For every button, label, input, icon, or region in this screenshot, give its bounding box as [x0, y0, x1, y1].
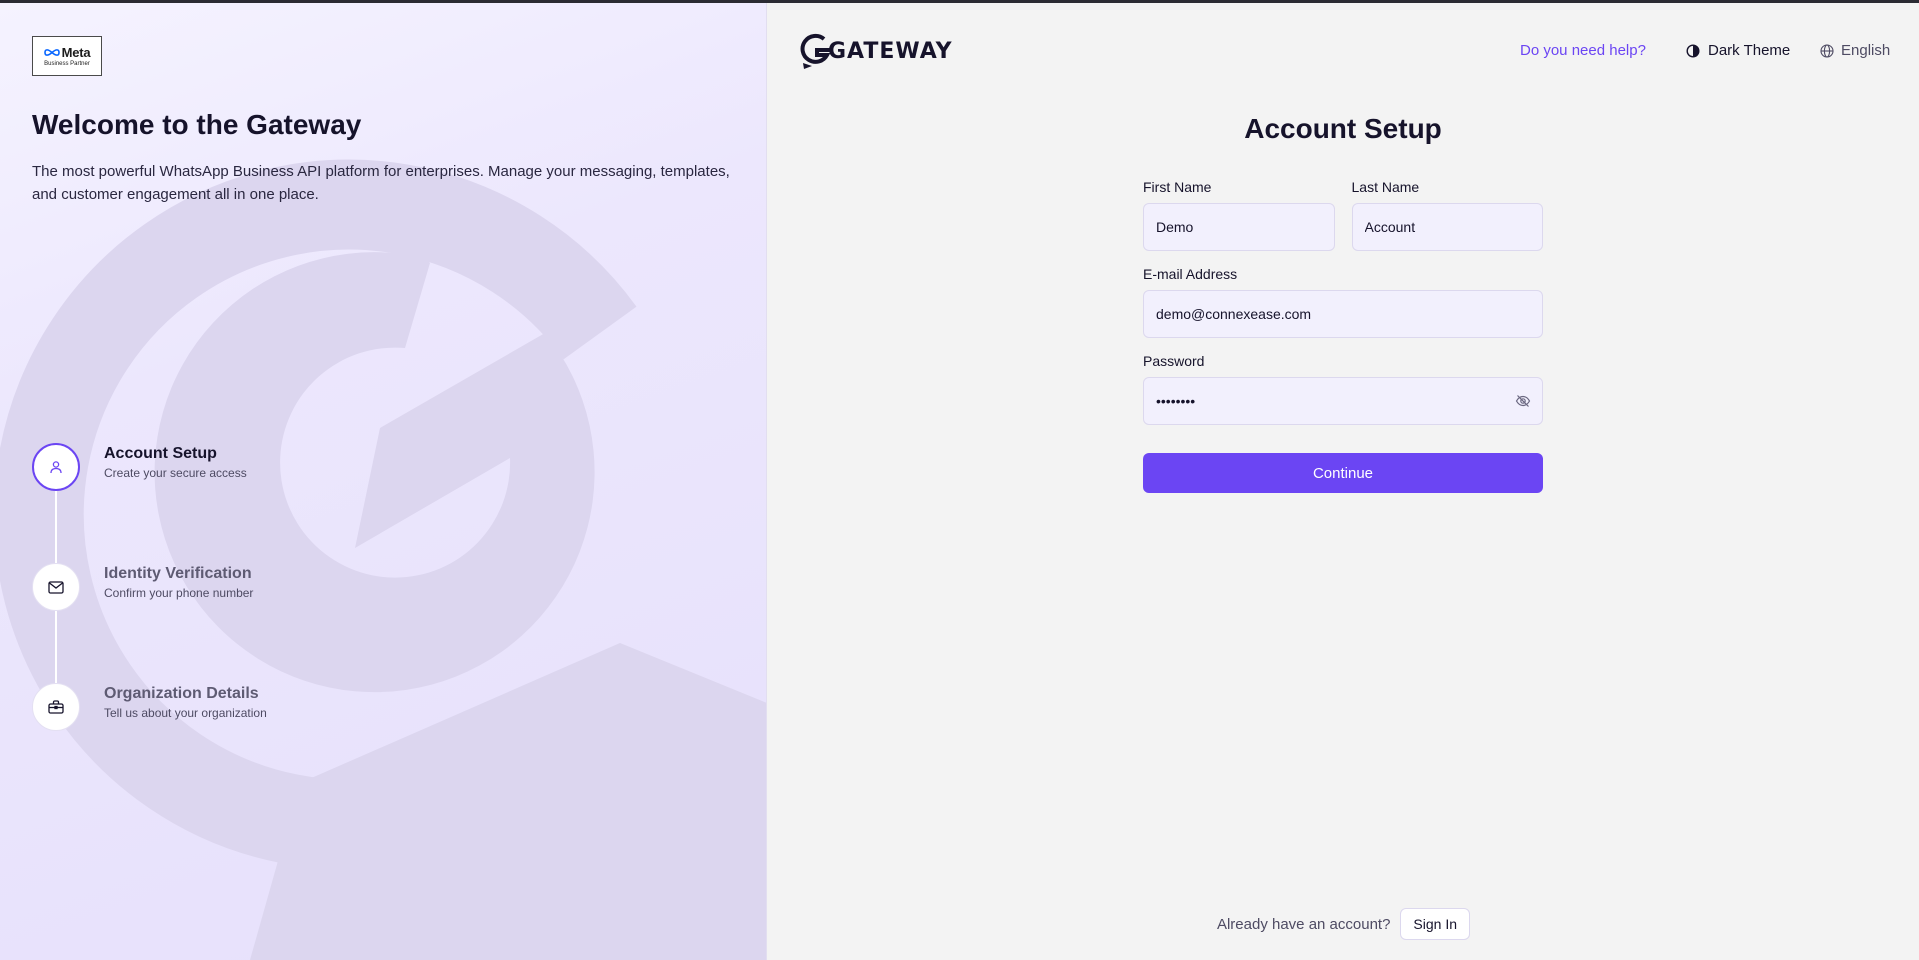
mail-icon	[48, 580, 64, 594]
step-title: Organization Details	[104, 685, 259, 702]
step-subtitle: Create your secure access	[104, 466, 247, 480]
first-name-input[interactable]	[1143, 203, 1335, 251]
signup-panel: GATEWAY Do you need help? Dark Theme Eng…	[768, 3, 1919, 960]
language-label: English	[1841, 42, 1891, 59]
email-label: E-mail Address	[1143, 266, 1238, 282]
step-title: Account Setup	[104, 445, 217, 462]
form-title: Account Setup	[1244, 113, 1442, 144]
welcome-panel: Meta Business Partner Welcome to the Gat…	[0, 3, 767, 960]
last-name-label: Last Name	[1351, 179, 1420, 195]
meta-badge-subtitle: Business Partner	[44, 61, 90, 67]
dark-theme-toggle[interactable]: Dark Theme	[1686, 42, 1790, 59]
dark-theme-label: Dark Theme	[1708, 42, 1791, 59]
window-top-border	[0, 0, 1919, 3]
welcome-title: Welcome to the Gateway	[32, 109, 362, 140]
password-input[interactable]	[1143, 377, 1543, 425]
contrast-icon	[1686, 43, 1700, 58]
meta-partner-badge: Meta Business Partner	[32, 36, 102, 76]
step-organization-details-indicator	[32, 683, 80, 731]
step-account-setup-indicator	[32, 443, 80, 491]
language-selector[interactable]: English	[1820, 42, 1890, 59]
step-connector	[55, 611, 57, 683]
continue-button[interactable]: Continue	[1143, 453, 1543, 493]
briefcase-icon	[48, 700, 64, 714]
step-connector	[55, 491, 57, 563]
step-subtitle: Confirm your phone number	[104, 586, 254, 600]
signin-footer: Already have an account? Sign In	[768, 908, 1919, 940]
sign-in-button[interactable]: Sign In	[1400, 908, 1471, 940]
email-input[interactable]	[1143, 290, 1543, 338]
globe-icon	[1820, 43, 1834, 58]
signin-prompt: Already have an account?	[1216, 915, 1391, 933]
step-title: Identity Verification	[104, 565, 252, 582]
account-setup-form: First Name Last Name E-mail Address Pass…	[1143, 179, 1543, 493]
gateway-logo-text: GATEWAY	[828, 38, 953, 64]
step-subtitle: Tell us about your organization	[104, 706, 267, 720]
welcome-description: The most powerful WhatsApp Business API …	[32, 163, 730, 203]
last-name-input[interactable]	[1351, 203, 1543, 251]
gateway-watermark-logo	[0, 159, 766, 960]
password-label: Password	[1143, 353, 1205, 369]
step-identity-verification-indicator	[32, 563, 80, 611]
help-link[interactable]: Do you need help?	[1520, 42, 1646, 59]
gateway-logo[interactable]: GATEWAY	[800, 33, 953, 69]
user-icon	[50, 461, 62, 474]
meta-logo-text: Meta	[61, 45, 91, 60]
eye-off-icon[interactable]	[1515, 393, 1531, 409]
first-name-label: First Name	[1143, 179, 1212, 195]
meta-infinity-icon	[43, 49, 60, 56]
